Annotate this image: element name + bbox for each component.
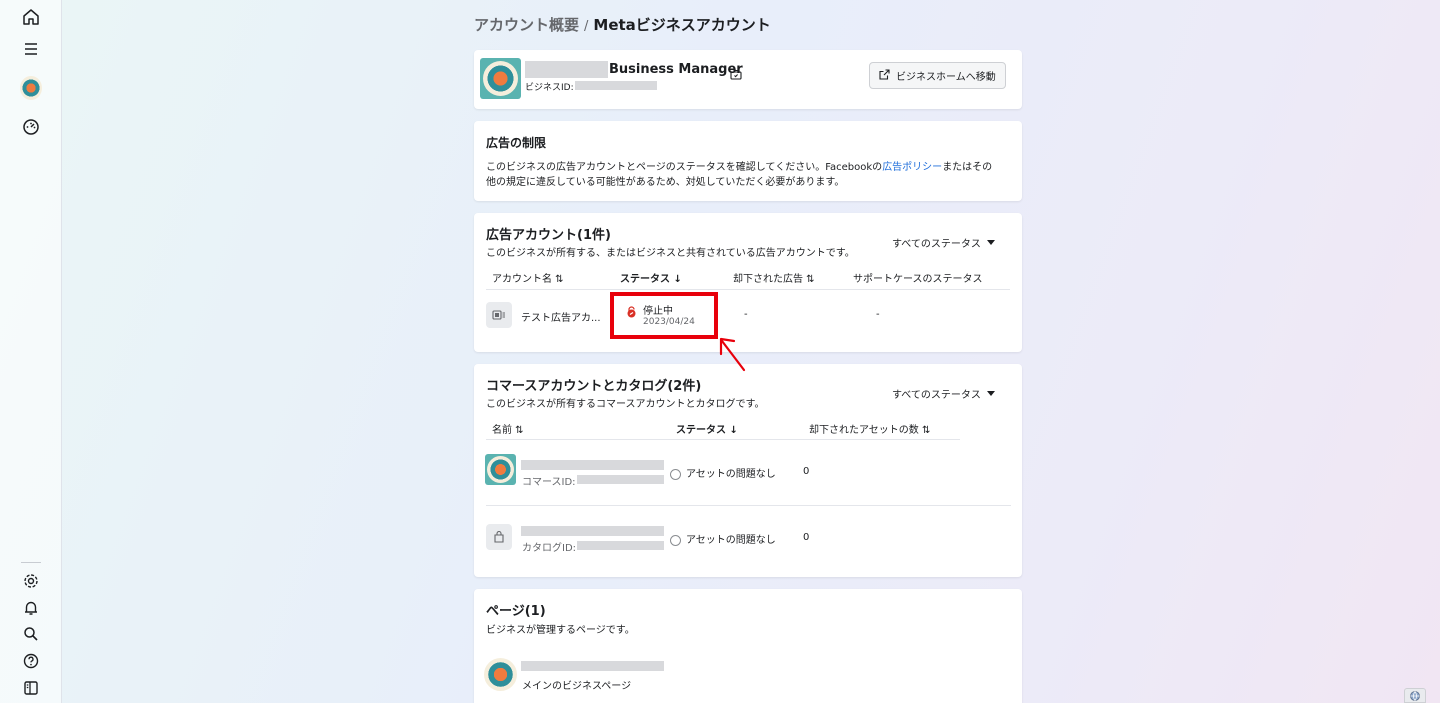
commerce-status-filter[interactable]: すべてのステータス: [892, 386, 995, 401]
commerce-id-redacted: [577, 475, 664, 484]
commerce-subtitle: このビジネスが所有するコマースアカウントとカタログです。: [486, 399, 765, 410]
ad-limits-text: このビジネスの広告アカウントとページのステータスを確認してください。Facebo…: [486, 162, 883, 173]
caret-down-icon: [986, 388, 995, 399]
ad-accounts-title: 広告アカウント(1件): [486, 228, 611, 243]
column-account-name[interactable]: アカウント名 ⇅: [492, 270, 564, 285]
caret-down-icon: [986, 237, 995, 248]
page-role-label: メインのビジネスページ: [522, 681, 632, 692]
commerce-title: コマースアカウントとカタログ(2件): [486, 379, 702, 394]
settings-icon[interactable]: [20, 570, 42, 592]
commerce-account-logo: [485, 454, 516, 485]
ad-accounts-card: 広告アカウント(1件) このビジネスが所有する、またはビジネスと共有されている広…: [474, 213, 1022, 352]
table-divider: [486, 439, 960, 440]
ad-accounts-filter-label: すべてのステータス: [892, 239, 981, 250]
ad-limits-description: このビジネスの広告アカウントとページのステータスを確認してください。Facebo…: [486, 160, 1016, 190]
commerce-rejected-count: 0: [803, 466, 810, 477]
pages-card: ページ(1) ビジネスが管理するページです。 メインのビジネスページ: [474, 589, 1022, 703]
breadcrumb-current: Metaビジネスアカウント: [593, 16, 771, 34]
breadcrumb-separator: /: [584, 19, 589, 34]
ad-accounts-subtitle: このビジネスが所有する、またはビジネスと共有されている広告アカウントです。: [486, 248, 855, 259]
column-rejected-ads[interactable]: 却下された広告 ⇅: [733, 270, 815, 285]
pages-title: ページ(1): [486, 604, 546, 619]
ad-account-name[interactable]: テスト広告アカ...: [521, 309, 601, 324]
status-circle-icon: [670, 468, 681, 480]
bell-icon[interactable]: [20, 597, 42, 619]
external-link-icon: [879, 68, 890, 83]
business-logo: [480, 58, 521, 99]
ad-accounts-status-filter[interactable]: すべてのステータス: [892, 235, 995, 250]
business-name: Business Manager: [609, 62, 743, 77]
annotation-arrow: [719, 337, 746, 372]
catalog-name-redacted: [521, 526, 664, 536]
column-name[interactable]: 名前 ⇅: [492, 421, 524, 436]
table-divider: [486, 289, 1010, 290]
catalog-status-label: アセットの問題なし: [686, 535, 776, 546]
help-icon[interactable]: [20, 650, 42, 672]
catalog-status: アセットの問題なし: [670, 531, 776, 546]
left-sidebar: [0, 0, 62, 703]
status-highlight-box: [610, 292, 718, 339]
dashboard-icon[interactable]: [20, 116, 42, 138]
ad-limits-card: 広告の制限 このビジネスの広告アカウントとページのステータスを確認してください。…: [474, 121, 1022, 201]
commerce-card: コマースアカウントとカタログ(2件) このビジネスが所有するコマースアカウントと…: [474, 364, 1022, 577]
menu-icon[interactable]: [20, 38, 42, 60]
catalog-id-label: カタログID:: [522, 543, 577, 554]
panel-icon[interactable]: [20, 677, 42, 699]
commerce-status-label: アセットの問題なし: [686, 469, 776, 480]
business-id-redacted: [575, 81, 657, 90]
column-support-status: サポートケースのステータス: [853, 274, 983, 285]
ad-account-icon: [486, 302, 512, 328]
business-card: Business Manager ビジネスID: ビジネスホームへ移動: [474, 50, 1022, 109]
verified-badge-icon: [730, 65, 742, 84]
breadcrumb-parent[interactable]: アカウント概要: [474, 16, 579, 34]
status-circle-icon: [670, 534, 681, 546]
catalog-rejected-count: 0: [803, 532, 810, 543]
commerce-status: アセットの問題なし: [670, 465, 776, 480]
column-commerce-status[interactable]: ステータス ↓: [676, 421, 738, 436]
ad-account-support-status: -: [876, 309, 880, 320]
commerce-name-redacted: [521, 460, 664, 470]
business-home-button[interactable]: ビジネスホームへ移動: [869, 62, 1006, 89]
catalog-icon: [486, 524, 512, 550]
ad-policy-link[interactable]: 広告ポリシー: [882, 162, 942, 173]
sidebar-divider: [21, 562, 41, 563]
business-id-label: ビジネスID:: [525, 83, 574, 93]
catalog-id-redacted: [577, 541, 664, 550]
search-icon[interactable]: [20, 623, 42, 645]
ad-limits-text-after: またはその: [942, 162, 993, 173]
page-avatar: [484, 658, 517, 691]
column-status[interactable]: ステータス ↓: [620, 270, 682, 285]
pages-subtitle: ビジネスが管理するページです。: [486, 625, 635, 636]
business-avatar[interactable]: [20, 76, 42, 100]
column-rejected-assets[interactable]: 却下されたアセットの数 ⇅: [809, 421, 930, 436]
breadcrumb: アカウント概要 / Metaビジネスアカウント: [474, 14, 771, 35]
business-name-redacted: [525, 61, 608, 78]
commerce-filter-label: すべてのステータス: [892, 390, 981, 401]
home-icon[interactable]: [20, 6, 42, 28]
page-name-redacted: [521, 661, 664, 671]
commerce-id-label: コマースID:: [522, 477, 576, 488]
ad-limits-text-line2: 他の規定に違反している可能性があるため、対処していただく必要があります。: [486, 177, 845, 188]
row-divider: [486, 505, 1011, 506]
ad-limits-title: 広告の制限: [486, 136, 547, 150]
ad-account-rejected-ads: -: [744, 309, 748, 320]
business-home-label: ビジネスホームへ移動: [896, 72, 996, 83]
globe-icon[interactable]: [1404, 688, 1426, 703]
